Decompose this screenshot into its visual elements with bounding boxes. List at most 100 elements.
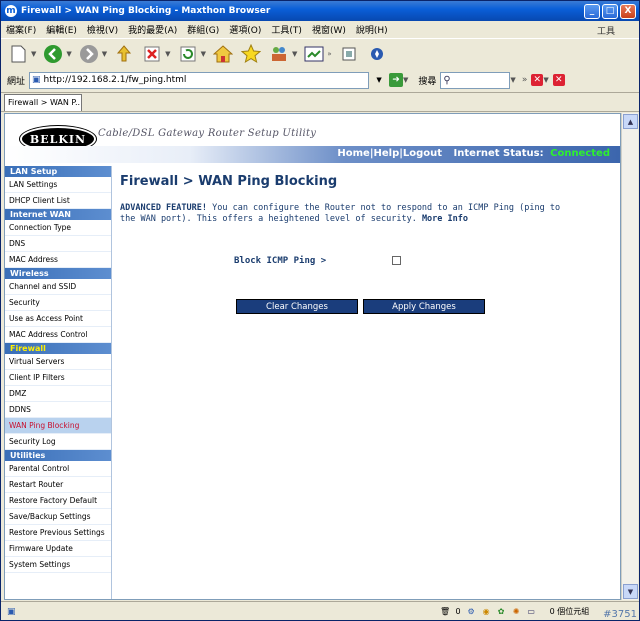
sidebar-item-save-backup-settings[interactable]: Save/Backup Settings <box>5 509 111 525</box>
home-link[interactable]: Home <box>337 148 369 159</box>
address-bar: 網址 ▣ http://192.168.2.1/fw_ping.html ▼ ➜… <box>1 69 639 91</box>
tab-firewall[interactable]: Firewall > WAN P... <box>4 94 82 111</box>
close-button[interactable]: X <box>620 3 636 19</box>
sidebar-item-dns[interactable]: DNS <box>5 236 111 252</box>
menu-window[interactable]: 視窗(W) <box>307 23 351 36</box>
sidebar-item-connection-type[interactable]: Connection Type <box>5 220 111 236</box>
sidebar-item-restore-previous-settings[interactable]: Restore Previous Settings <box>5 525 111 541</box>
search-label: 搜尋 <box>418 76 437 87</box>
sidebar-item-restart-router[interactable]: Restart Router <box>5 477 111 493</box>
close-all-icon[interactable]: ✕ <box>552 74 565 86</box>
sidebar-item-access-point[interactable]: Use as Access Point <box>5 311 111 327</box>
chevron-down-icon[interactable]: ▼ <box>165 50 170 58</box>
go-arrow-icon[interactable]: ➜ <box>389 73 404 87</box>
groups-icon[interactable] <box>268 43 290 65</box>
refresh-icon[interactable] <box>177 43 199 65</box>
bytes-text: 0 個位元組 <box>549 607 590 616</box>
monitor-icon[interactable]: ▭ <box>527 607 536 616</box>
more-info-link[interactable]: More Info <box>422 214 468 224</box>
sidebar-item-lan-settings[interactable]: LAN Settings <box>5 177 111 193</box>
url-text[interactable]: http://192.168.2.1/fw_ping.html <box>44 75 187 85</box>
sidebar-item-client-ip-filters[interactable]: Client IP Filters <box>5 370 111 386</box>
up-folder-icon[interactable] <box>113 43 135 65</box>
sidebar-item-parental-control[interactable]: Parental Control <box>5 461 111 477</box>
proxy-icon[interactable]: ⚙ <box>467 607 476 616</box>
url-input[interactable]: ▣ http://192.168.2.1/fw_ping.html <box>29 71 370 89</box>
chevron-down-icon[interactable]: ▼ <box>66 50 71 58</box>
sidebar-item-restore-factory-default[interactable]: Restore Factory Default <box>5 493 111 509</box>
compass-icon[interactable] <box>366 43 388 65</box>
sidebar-item-dhcp-client-list[interactable]: DHCP Client List <box>5 193 111 209</box>
page-viewport: BELKIN Cable/DSL Gateway Router Setup Ut… <box>4 113 621 600</box>
tools-toolbar-label[interactable]: 工具 <box>597 24 615 37</box>
trash-icon[interactable]: 🗑 <box>440 607 450 616</box>
new-page-icon[interactable] <box>7 43 29 65</box>
chevron-down-icon[interactable]: ▼ <box>403 76 408 84</box>
menu-favorites[interactable]: 我的最愛(A) <box>123 23 182 36</box>
chevron-down-icon[interactable]: ▼ <box>292 50 297 58</box>
logout-link[interactable]: Logout <box>403 148 442 159</box>
sidebar-item-mac-address[interactable]: MAC Address <box>5 252 111 268</box>
sidebar: LAN Setup LAN Settings DHCP Client List … <box>5 166 112 599</box>
scroll-down-icon[interactable]: ▼ <box>623 584 638 599</box>
sidebar-item-system-settings[interactable]: System Settings <box>5 557 111 573</box>
apply-changes-button[interactable]: Apply Changes <box>363 299 485 314</box>
vertical-scrollbar[interactable]: ▲ ▼ <box>621 113 638 600</box>
favorites-star-icon[interactable] <box>240 43 262 65</box>
chevron-down-icon[interactable]: ▼ <box>31 50 36 58</box>
ad-hunter-icon[interactable]: ✿ <box>497 607 506 616</box>
chevron-down-icon[interactable]: ▼ <box>510 76 515 84</box>
help-link[interactable]: Help <box>373 148 399 159</box>
sidebar-section-firewall[interactable]: Firewall <box>5 343 111 354</box>
chevron-down-icon[interactable]: ▼ <box>201 50 206 58</box>
closed-tabs-count: 0 <box>455 607 461 616</box>
sidebar-item-mac-address-control[interactable]: MAC Address Control <box>5 327 111 343</box>
more-tools-icon[interactable]: » <box>522 75 528 85</box>
block-icmp-ping-checkbox[interactable] <box>392 256 401 265</box>
menu-tools[interactable]: 工具(T) <box>266 23 307 36</box>
block-icmp-ping-label: Block ICMP Ping > <box>234 256 327 266</box>
internet-status-value: Connected <box>550 148 610 159</box>
menu-view[interactable]: 檢視(V) <box>82 23 123 36</box>
maximize-button[interactable]: □ <box>602 3 618 19</box>
sidebar-section-wireless[interactable]: Wireless <box>5 268 111 279</box>
sidebar-item-channel-ssid[interactable]: Channel and SSID <box>5 279 111 295</box>
menu-help[interactable]: 說明(H) <box>351 23 393 36</box>
more-tools-icon[interactable]: » <box>327 50 331 58</box>
sidebar-item-security-log[interactable]: Security Log <box>5 434 111 450</box>
search-input[interactable]: ⚲ <box>440 71 511 89</box>
sidebar-item-ddns[interactable]: DDNS <box>5 402 111 418</box>
forward-icon[interactable] <box>78 43 100 65</box>
main-toolbar: ▼ ▼ ▼ ▼ ▼ ▼ » <box>1 39 639 69</box>
chevron-down-icon[interactable]: ▼ <box>373 72 385 89</box>
sidebar-section-lan-setup[interactable]: LAN Setup <box>5 166 111 177</box>
chevron-down-icon[interactable]: ▼ <box>102 50 107 58</box>
router-header: BELKIN Cable/DSL Gateway Router Setup Ut… <box>5 114 620 166</box>
sidebar-item-wan-ping-blocking[interactable]: WAN Ping Blocking <box>5 418 111 434</box>
tab-bar: Firewall > WAN P... <box>1 92 639 112</box>
menu-groups[interactable]: 群組(G) <box>182 23 224 36</box>
menu-options[interactable]: 選項(O) <box>224 23 266 36</box>
sidebar-section-internet-wan[interactable]: Internet WAN <box>5 209 111 220</box>
stop-icon[interactable] <box>141 43 163 65</box>
sidebar-item-dmz[interactable]: DMZ <box>5 386 111 402</box>
back-icon[interactable] <box>42 43 64 65</box>
screenshot-icon[interactable] <box>303 43 325 65</box>
chevron-down-icon[interactable]: ▼ <box>543 76 548 84</box>
home-icon[interactable] <box>212 43 234 65</box>
sidebar-item-firmware-update[interactable]: Firmware Update <box>5 541 111 557</box>
title-bar: m Firewall > WAN Ping Blocking - Maxthon… <box>1 1 639 21</box>
minimize-button[interactable]: _ <box>584 3 600 19</box>
gear-icon[interactable]: ✺ <box>512 607 521 616</box>
plugin-icon[interactable] <box>338 43 360 65</box>
main-content: Firewall > WAN Ping Blocking ADVANCED FE… <box>120 174 615 314</box>
sidebar-section-utilities[interactable]: Utilities <box>5 450 111 461</box>
popup-block-icon[interactable]: ◉ <box>482 607 491 616</box>
scroll-up-icon[interactable]: ▲ <box>623 114 638 129</box>
sidebar-item-security[interactable]: Security <box>5 295 111 311</box>
clear-changes-button[interactable]: Clear Changes <box>236 299 358 314</box>
close-page-icon[interactable]: ✕ <box>531 74 544 86</box>
menu-edit[interactable]: 編輯(E) <box>41 23 82 36</box>
menu-file[interactable]: 檔案(F) <box>1 23 41 36</box>
sidebar-item-virtual-servers[interactable]: Virtual Servers <box>5 354 111 370</box>
